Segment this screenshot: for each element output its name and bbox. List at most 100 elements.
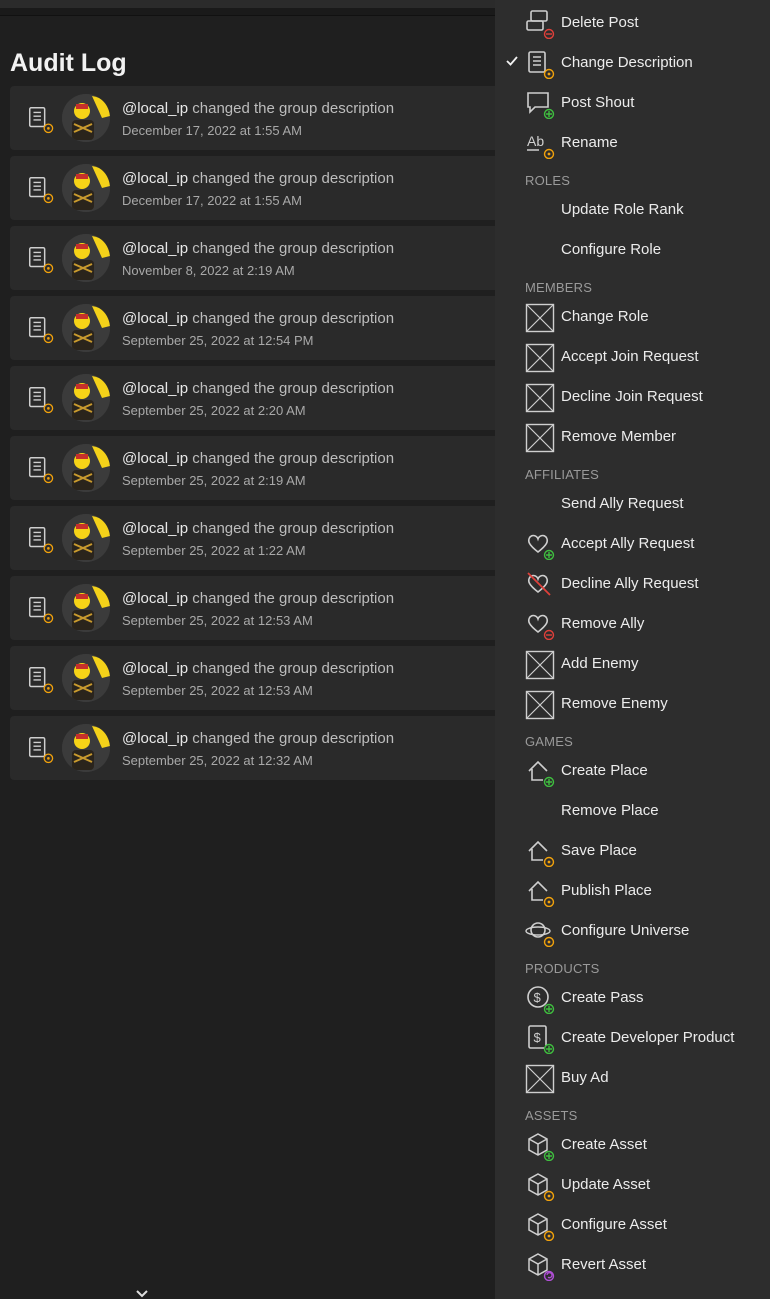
avatar[interactable] bbox=[62, 304, 110, 352]
menu-item-label: Create Pass bbox=[561, 989, 644, 1006]
menu-item-remove-member[interactable]: Remove Member bbox=[495, 417, 770, 457]
dollar-doc-add-icon: $ bbox=[525, 1024, 555, 1055]
menu-item-label: Revert Asset bbox=[561, 1256, 647, 1273]
menu-item-label: Post Shout bbox=[561, 94, 635, 111]
audit-log-entry: @local_ip changed the group description S… bbox=[10, 576, 495, 640]
entry-timestamp: November 8, 2022 at 2:19 AM bbox=[122, 263, 295, 278]
menu-item-label: Configure Asset bbox=[561, 1216, 667, 1233]
avatar[interactable] bbox=[62, 514, 110, 562]
username-link[interactable]: @local_ip bbox=[122, 660, 188, 677]
entry-description: @local_ip changed the group description bbox=[122, 380, 394, 397]
box-gear-icon bbox=[525, 1211, 555, 1242]
entry-action: changed the group description bbox=[192, 450, 395, 467]
username-link[interactable]: @local_ip bbox=[122, 590, 188, 607]
entry-timestamp: December 17, 2022 at 1:55 AM bbox=[122, 123, 302, 138]
menu-item-revert-asset[interactable]: Revert Asset bbox=[495, 1245, 770, 1285]
avatar[interactable] bbox=[62, 94, 110, 142]
menu-item-buy-ad[interactable]: Buy Ad bbox=[495, 1058, 770, 1098]
avatar[interactable] bbox=[62, 234, 110, 282]
menu-item-accept-join-request[interactable]: Accept Join Request bbox=[495, 337, 770, 377]
menu-item-change-description[interactable]: Change Description bbox=[495, 43, 770, 83]
audit-log-entry: @local_ip changed the group description S… bbox=[10, 366, 495, 430]
document-icon bbox=[26, 104, 54, 134]
audit-log-entry: @local_ip changed the group description D… bbox=[10, 86, 495, 150]
menu-item-rename[interactable]: Ab Rename bbox=[495, 123, 770, 163]
menu-item-save-place[interactable]: Save Place bbox=[495, 831, 770, 871]
menu-item-update-asset[interactable]: Update Asset bbox=[495, 1165, 770, 1205]
menu-item-update-role-rank[interactable]: Update Role Rank bbox=[495, 190, 770, 230]
checkmark-icon bbox=[506, 56, 518, 66]
chevron-down-icon[interactable] bbox=[135, 1289, 149, 1299]
entry-action: changed the group description bbox=[192, 380, 395, 397]
audit-log-entry: @local_ip changed the group description S… bbox=[10, 506, 495, 570]
menu-item-delete-post[interactable]: Delete Post bbox=[495, 3, 770, 43]
username-link[interactable]: @local_ip bbox=[122, 520, 188, 537]
menu-item-label: Configure Universe bbox=[561, 922, 690, 939]
entry-description: @local_ip changed the group description bbox=[122, 590, 394, 607]
planet-gear-icon bbox=[525, 917, 555, 948]
entry-timestamp: September 25, 2022 at 1:22 AM bbox=[122, 543, 306, 558]
menu-item-create-place[interactable]: Create Place bbox=[495, 751, 770, 791]
menu-item-configure-universe[interactable]: Configure Universe bbox=[495, 911, 770, 951]
entry-action: changed the group description bbox=[192, 100, 395, 117]
document-icon bbox=[26, 594, 54, 624]
menu-item-create-asset[interactable]: Create Asset bbox=[495, 1125, 770, 1165]
menu-section-header: MEMBERS bbox=[525, 280, 593, 295]
document-icon bbox=[26, 734, 54, 764]
placeholder-icon bbox=[525, 650, 555, 680]
username-link[interactable]: @local_ip bbox=[122, 310, 188, 327]
username-link[interactable]: @local_ip bbox=[122, 100, 188, 117]
menu-item-decline-join-request[interactable]: Decline Join Request bbox=[495, 377, 770, 417]
avatar[interactable] bbox=[62, 724, 110, 772]
page-title: Audit Log bbox=[10, 49, 127, 77]
menu-item-label: Rename bbox=[561, 134, 618, 151]
document-icon bbox=[525, 49, 555, 80]
entry-description: @local_ip changed the group description bbox=[122, 310, 394, 327]
menu-item-publish-place[interactable]: Publish Place bbox=[495, 871, 770, 911]
audit-log-entry: @local_ip changed the group description S… bbox=[10, 296, 495, 360]
menu-item-change-role[interactable]: Change Role bbox=[495, 297, 770, 337]
heart-add-icon bbox=[525, 530, 555, 561]
username-link[interactable]: @local_ip bbox=[122, 170, 188, 187]
top-strip bbox=[0, 0, 495, 8]
entry-action: changed the group description bbox=[192, 730, 395, 747]
audit-log-entry: @local_ip changed the group description D… bbox=[10, 156, 495, 220]
menu-item-label: Remove Member bbox=[561, 428, 677, 445]
menu-item-remove-enemy[interactable]: Remove Enemy bbox=[495, 684, 770, 724]
username-link[interactable]: @local_ip bbox=[122, 380, 188, 397]
menu-item-label: Publish Place bbox=[561, 882, 652, 899]
menu-item-post-shout[interactable]: Post Shout bbox=[495, 83, 770, 123]
username-link[interactable]: @local_ip bbox=[122, 240, 188, 257]
avatar[interactable] bbox=[62, 584, 110, 632]
menu-section-header: ASSETS bbox=[525, 1108, 578, 1123]
avatar[interactable] bbox=[62, 444, 110, 492]
menu-item-add-enemy[interactable]: Add Enemy bbox=[495, 644, 770, 684]
entry-action: changed the group description bbox=[192, 660, 395, 677]
menu-item-decline-ally-request[interactable]: Decline Ally Request bbox=[495, 564, 770, 604]
menu-item-configure-asset[interactable]: Configure Asset bbox=[495, 1205, 770, 1245]
placeholder-icon bbox=[525, 383, 555, 413]
svg-text:$: $ bbox=[534, 990, 542, 1005]
menu-item-create-developer-product[interactable]: $ Create Developer Product bbox=[495, 1018, 770, 1058]
placeholder-icon bbox=[525, 343, 555, 373]
menu-item-label: Create Place bbox=[561, 762, 648, 779]
username-link[interactable]: @local_ip bbox=[122, 450, 188, 467]
house-gear-icon bbox=[525, 877, 555, 908]
audit-log-entry: @local_ip changed the group description S… bbox=[10, 436, 495, 500]
box-add-icon bbox=[525, 1131, 555, 1162]
document-icon bbox=[26, 454, 54, 484]
menu-item-remove-ally[interactable]: Remove Ally bbox=[495, 604, 770, 644]
menu-item-configure-role[interactable]: Configure Role bbox=[495, 230, 770, 270]
menu-item-create-pass[interactable]: $ Create Pass bbox=[495, 978, 770, 1018]
avatar[interactable] bbox=[62, 164, 110, 212]
avatar[interactable] bbox=[62, 654, 110, 702]
entry-description: @local_ip changed the group description bbox=[122, 730, 394, 747]
username-link[interactable]: @local_ip bbox=[122, 730, 188, 747]
menu-item-remove-place[interactable]: Remove Place bbox=[495, 791, 770, 831]
entry-description: @local_ip changed the group description bbox=[122, 450, 394, 467]
menu-item-accept-ally-request[interactable]: Accept Ally Request bbox=[495, 524, 770, 564]
avatar[interactable] bbox=[62, 374, 110, 422]
menu-item-label: Remove Enemy bbox=[561, 695, 668, 712]
menu-item-send-ally-request[interactable]: Send Ally Request bbox=[495, 484, 770, 524]
box-revert-icon bbox=[525, 1251, 555, 1282]
